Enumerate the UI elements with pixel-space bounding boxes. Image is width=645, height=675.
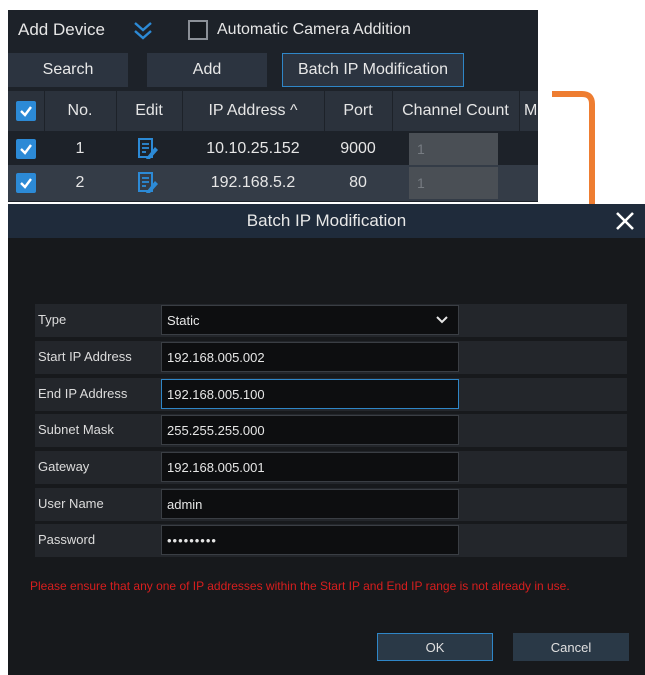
end-ip-label: End IP Address: [38, 386, 128, 401]
password-input[interactable]: •••••••••: [161, 525, 459, 555]
user-name-label: User Name: [38, 496, 104, 511]
batch-ip-modification-dialog: Batch IP Modification Type Static Start …: [8, 204, 645, 675]
double-chevron-down-icon[interactable]: [132, 20, 154, 42]
add-device-panel: Add Device Automatic Camera Addition Sea…: [8, 10, 538, 202]
column-header-ip-address[interactable]: IP Address ^: [183, 91, 323, 131]
form-row-type: Type Static: [35, 304, 627, 337]
start-ip-label: Start IP Address: [38, 349, 132, 364]
add-device-title-row: Add Device Automatic Camera Addition: [8, 10, 538, 52]
chevron-down-icon: [436, 316, 448, 324]
row-checkbox[interactable]: [16, 139, 36, 159]
checkmark-icon: [20, 106, 32, 117]
user-name-input[interactable]: admin: [161, 489, 459, 519]
batch-ip-form: Type Static Start IP Address 192.168.005…: [35, 304, 627, 560]
column-header-port[interactable]: Port: [325, 91, 391, 131]
column-header-channel-count[interactable]: Channel Count: [393, 91, 518, 131]
table-row[interactable]: 1 10.10.25.152 9000 1: [8, 131, 538, 167]
dialog-header: Batch IP Modification: [8, 204, 645, 238]
row-number: 1: [75, 140, 85, 157]
auto-camera-addition-checkbox[interactable]: [188, 20, 208, 40]
edit-icon[interactable]: [138, 138, 158, 160]
password-label: Password: [38, 532, 96, 547]
close-icon: [616, 212, 634, 230]
cancel-button[interactable]: Cancel: [513, 633, 629, 661]
type-select-value: Static: [167, 312, 200, 328]
type-select[interactable]: Static: [161, 305, 459, 335]
row-number: 2: [75, 174, 85, 191]
column-header-no[interactable]: No.: [45, 91, 115, 131]
gateway-label: Gateway: [38, 459, 90, 474]
subnet-mask-input[interactable]: 255.255.255.000: [161, 415, 459, 445]
end-ip-input[interactable]: 192.168.005.100: [161, 379, 459, 409]
form-row-password: Password •••••••••: [35, 524, 627, 557]
ip-range-warning: Please ensure that any one of IP address…: [30, 579, 570, 593]
ok-button[interactable]: OK: [377, 633, 493, 661]
row-port: 80: [349, 174, 367, 191]
checkmark-icon: [20, 144, 32, 155]
row-checkbox[interactable]: [16, 173, 36, 193]
column-header-truncated[interactable]: M: [520, 91, 538, 131]
checkmark-icon: [20, 178, 32, 189]
row-ip-address: 10.10.25.152: [206, 140, 300, 157]
form-row-user-name: User Name admin: [35, 488, 627, 521]
auto-camera-addition-label: Automatic Camera Addition: [217, 21, 411, 38]
table-row[interactable]: 2 192.168.5.2 80 1: [8, 165, 538, 201]
form-row-start-ip: Start IP Address 192.168.005.002: [35, 341, 627, 374]
row-channel-count-field: 1: [409, 167, 498, 199]
subnet-mask-label: Subnet Mask: [38, 422, 114, 437]
gateway-input[interactable]: 192.168.005.001: [161, 452, 459, 482]
device-table-header: No. Edit IP Address ^ Port Channel Count…: [8, 91, 538, 131]
search-button[interactable]: Search: [8, 53, 128, 87]
add-button[interactable]: Add: [147, 53, 267, 87]
type-label: Type: [38, 312, 67, 327]
form-row-gateway: Gateway 192.168.005.001: [35, 451, 627, 484]
form-row-end-ip: End IP Address 192.168.005.100: [35, 378, 627, 411]
row-port: 9000: [340, 140, 376, 157]
select-all-checkbox[interactable]: [16, 101, 36, 121]
batch-ip-modification-button[interactable]: Batch IP Modification: [282, 53, 464, 87]
edit-icon[interactable]: [138, 172, 158, 194]
column-header-edit: Edit: [135, 102, 163, 119]
row-channel-count-field: 1: [409, 133, 498, 165]
row-ip-address: 192.168.5.2: [210, 174, 296, 191]
form-row-subnet-mask: Subnet Mask 255.255.255.000: [35, 414, 627, 447]
start-ip-input[interactable]: 192.168.005.002: [161, 342, 459, 372]
add-device-title: Add Device: [18, 20, 105, 39]
close-button[interactable]: [611, 207, 639, 235]
dialog-title: Batch IP Modification: [246, 211, 407, 230]
